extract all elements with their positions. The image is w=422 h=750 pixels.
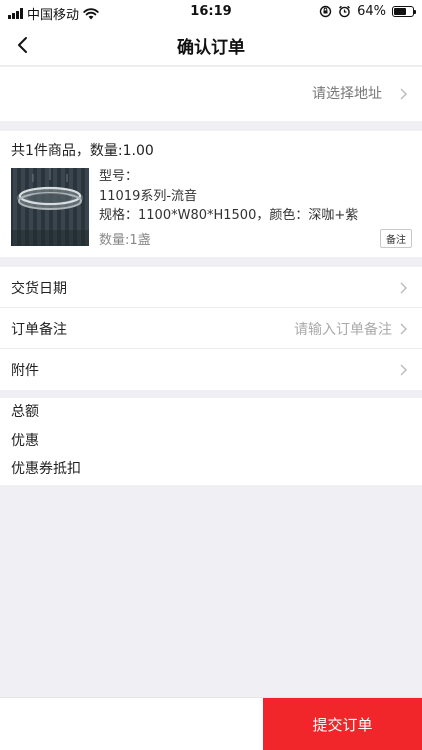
page-title: 确认订单	[177, 38, 245, 58]
status-right: 64%	[319, 4, 416, 19]
model-name: 11019系列-流音	[99, 189, 198, 204]
total-amount-label: 总额	[11, 404, 39, 420]
chevron-right-icon	[400, 364, 407, 376]
option-label: 附件	[11, 363, 39, 379]
goods-summary: 共1件商品，数量:1.00	[11, 143, 154, 159]
chevron-right-icon	[400, 282, 407, 294]
spec-text: 规格：1100*W80*H1500，颜色：深咖+紫	[99, 208, 359, 223]
battery-fill	[394, 8, 406, 15]
product-image[interactable]	[11, 168, 89, 246]
status-bar: 中国移动 16:19 64%	[0, 0, 422, 24]
discount-label: 优惠	[11, 433, 39, 449]
chevron-right-icon	[400, 323, 407, 335]
address-placeholder: 请选择地址	[312, 86, 382, 102]
address-selector[interactable]: 请选择地址	[0, 67, 422, 121]
order-remark-row[interactable]: 订单备注 请输入订单备注	[0, 308, 422, 349]
coupon-deduction-label: 优惠券抵扣	[11, 461, 81, 477]
order-options: 交货日期 订单备注 请输入订单备注 附件	[0, 267, 422, 390]
totals-section: 总额 优惠 优惠券抵扣	[0, 398, 422, 485]
order-remark-input[interactable]: 请输入订单备注	[294, 319, 392, 339]
nav-bar: 确认订单	[0, 24, 422, 66]
goods-section: 共1件商品，数量:1.00 型号： 11019系列-流音 规格：1100*W80…	[0, 131, 422, 257]
submit-order-button[interactable]: 提交订单	[263, 698, 422, 750]
battery-icon	[392, 6, 416, 17]
model-label: 型号：	[99, 169, 139, 184]
option-label: 交货日期	[11, 281, 67, 297]
option-label: 订单备注	[11, 322, 67, 338]
remark-button[interactable]: 备注	[380, 229, 412, 248]
goods-quantity: 数量:1盏	[99, 233, 151, 248]
delivery-date-row[interactable]: 交货日期	[0, 267, 422, 308]
orientation-lock-icon	[319, 5, 332, 18]
attachment-row[interactable]: 附件	[0, 349, 422, 390]
alarm-icon	[339, 5, 351, 18]
chandelier-photo	[11, 168, 89, 246]
chevron-right-icon	[400, 88, 407, 100]
battery-percent: 64%	[357, 4, 386, 19]
order-confirm-screen: 中国移动 16:19 64% 确认订单 请选择地址 共1件商品，数量:1.00 …	[0, 0, 422, 750]
bottom-bar: 提交订单	[0, 697, 422, 750]
